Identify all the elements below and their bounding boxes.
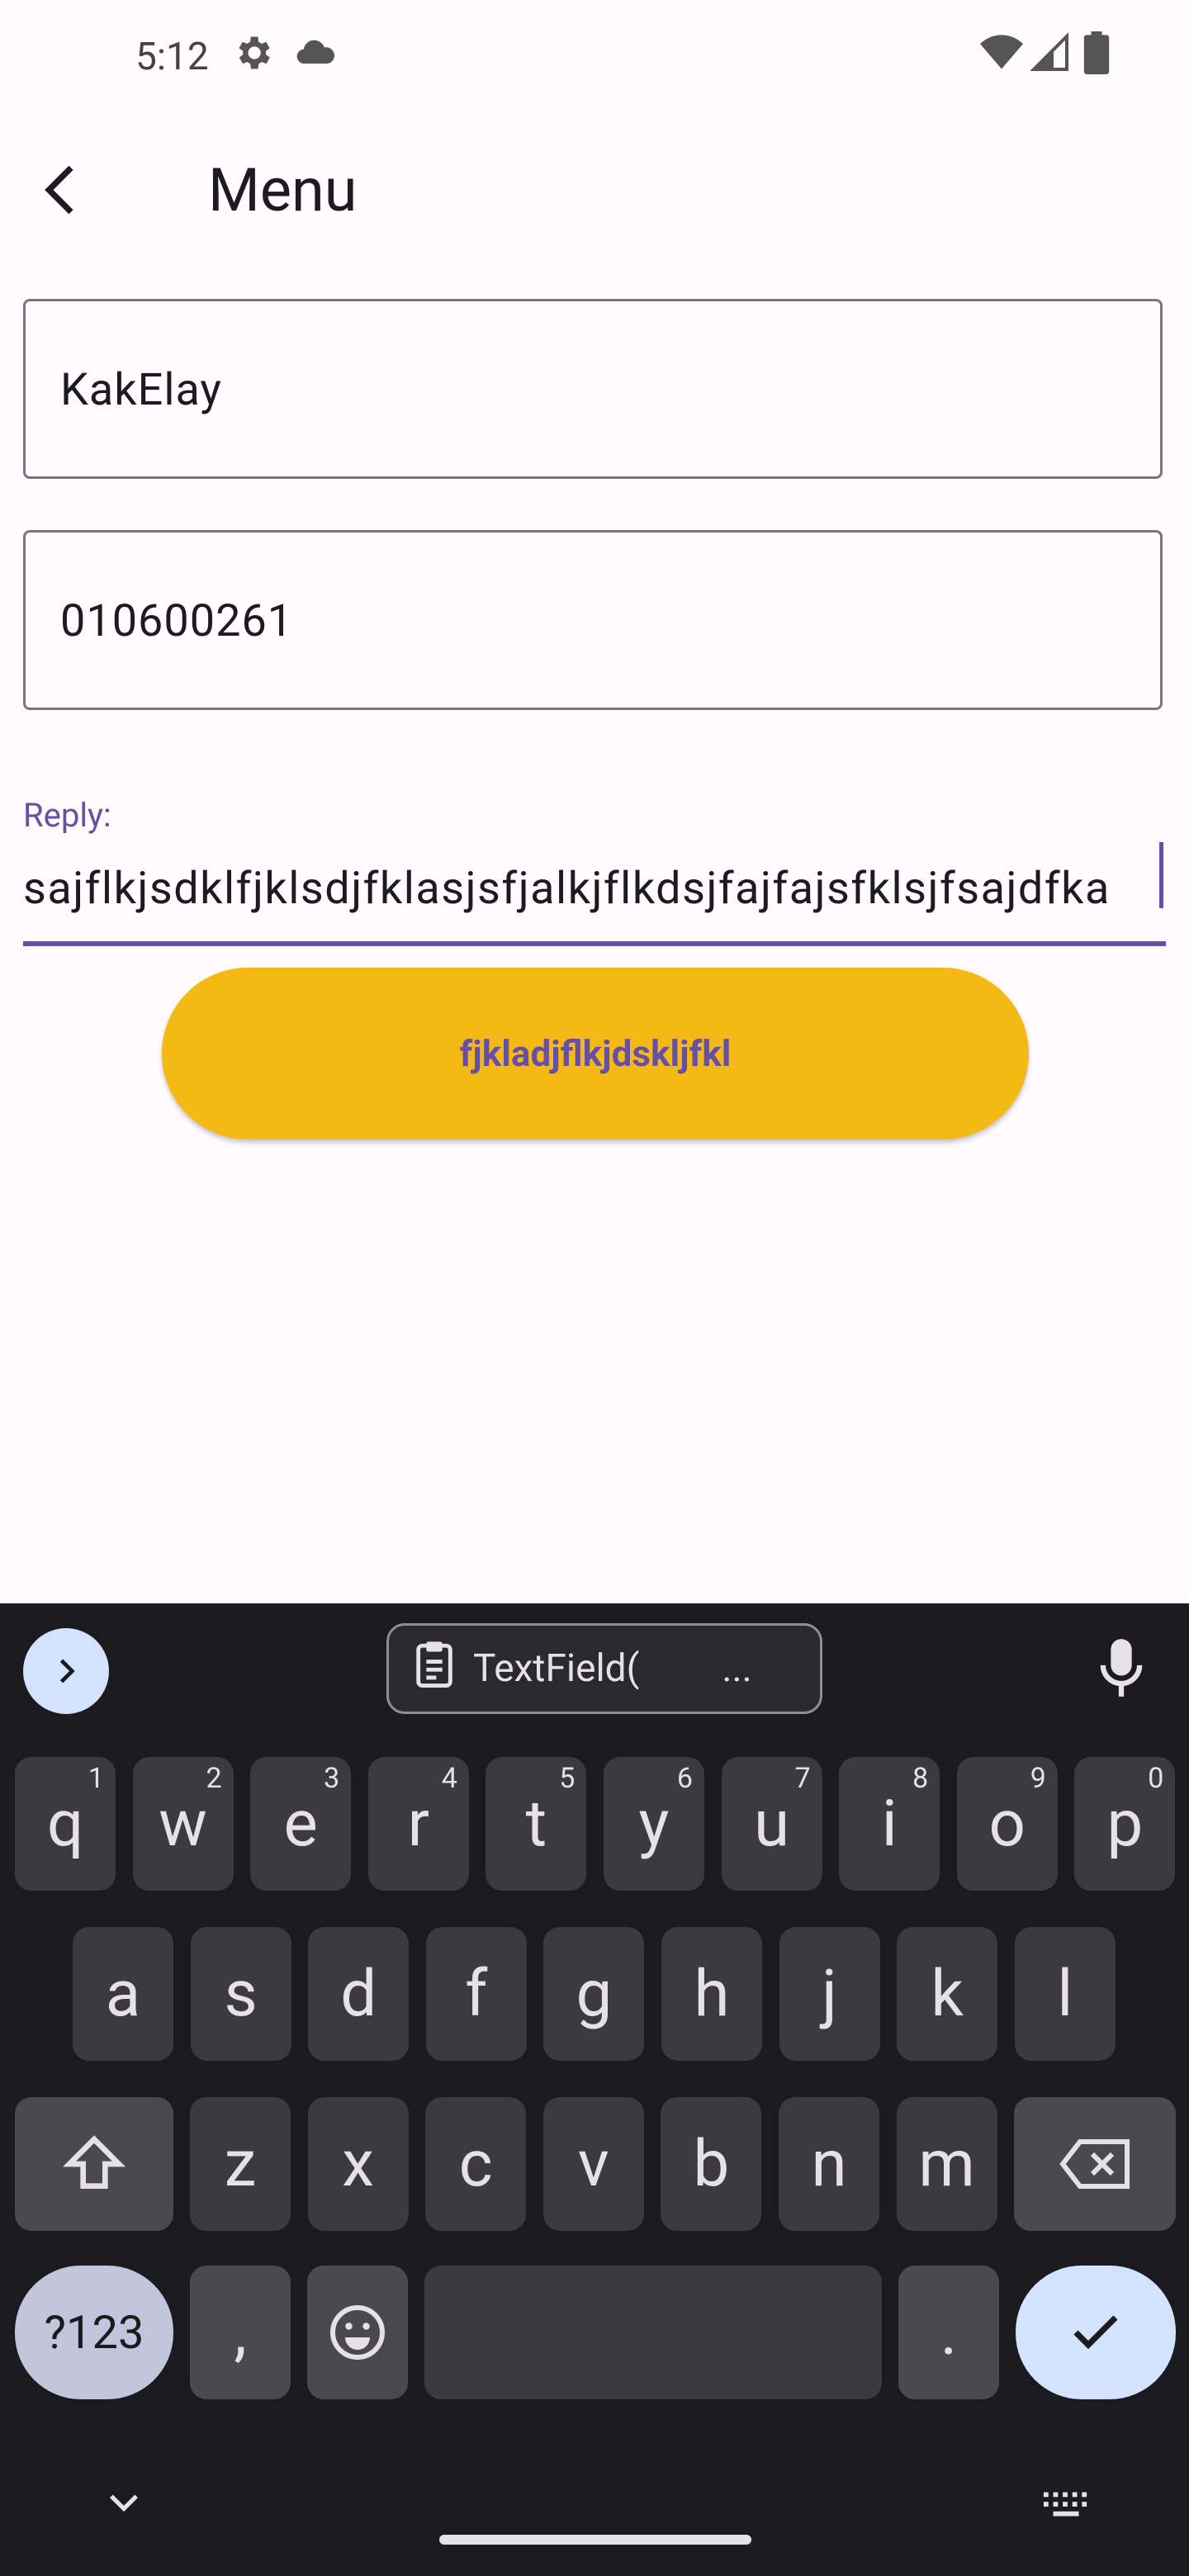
key-k[interactable]: k: [897, 1927, 998, 2061]
clipboard-icon: [414, 1640, 455, 1698]
key-b[interactable]: b: [661, 2097, 762, 2231]
key-v[interactable]: v: [542, 2097, 644, 2231]
key-u[interactable]: u7: [721, 1757, 822, 1891]
key-a[interactable]: a: [73, 1927, 173, 2061]
status-time: 5:12: [135, 35, 209, 79]
key-i[interactable]: i8: [839, 1757, 940, 1891]
key-x[interactable]: x: [307, 2097, 409, 2231]
name-field[interactable]: [23, 299, 1163, 479]
chevron-right-icon: [59, 1659, 75, 1683]
microphone-icon[interactable]: [1098, 1636, 1144, 1702]
space-key[interactable]: [424, 2266, 882, 2399]
phone-input[interactable]: [59, 533, 1135, 709]
hide-keyboard-chevron-icon[interactable]: [102, 2487, 145, 2523]
reply-underline: [23, 941, 1166, 946]
home-indicator[interactable]: [439, 2535, 751, 2545]
key-label: p: [1106, 1786, 1144, 1862]
backspace-key[interactable]: [1014, 2097, 1176, 2231]
submit-button[interactable]: fjkladjflkjdskljfkl: [162, 968, 1029, 1139]
key-hint: 0: [1148, 1762, 1164, 1795]
key-label: t: [525, 1786, 547, 1862]
key-label: i: [881, 1786, 898, 1862]
reply-input[interactable]: [23, 839, 1163, 938]
status-bar: 5:12: [0, 0, 1189, 112]
emoji-icon: [330, 2305, 385, 2360]
key-n[interactable]: n: [779, 2097, 879, 2231]
key-hint: 5: [559, 1762, 576, 1795]
key-t[interactable]: t5: [486, 1757, 587, 1891]
phone-field[interactable]: [23, 530, 1163, 710]
key-q[interactable]: q1: [15, 1757, 116, 1891]
key-hint: 9: [1030, 1762, 1046, 1795]
key-j[interactable]: j: [779, 1927, 880, 2061]
page-title: Menu: [208, 155, 358, 225]
soft-keyboard: TextField( ... q1w2e3r4t5y6u7i8o9p0 asdf…: [0, 1603, 1189, 2576]
key-hint: 2: [206, 1762, 222, 1795]
key-hint: 4: [441, 1762, 457, 1795]
key-d[interactable]: d: [308, 1927, 410, 2061]
done-key[interactable]: [1016, 2266, 1176, 2399]
key-label: o: [988, 1786, 1026, 1862]
key-g[interactable]: g: [543, 1927, 645, 2061]
key-hint: 8: [912, 1762, 929, 1795]
key-l[interactable]: l: [1014, 1927, 1116, 2061]
key-r[interactable]: r4: [367, 1757, 469, 1891]
key-e[interactable]: e3: [250, 1757, 352, 1891]
comma-key[interactable]: ,: [190, 2266, 291, 2399]
key-o[interactable]: o9: [956, 1757, 1058, 1891]
key-hint: 3: [324, 1762, 340, 1795]
emoji-key[interactable]: [307, 2266, 408, 2399]
key-label: w: [159, 1786, 207, 1862]
text-cursor: [1159, 842, 1163, 908]
period-key[interactable]: .: [898, 2266, 999, 2399]
key-p[interactable]: p0: [1074, 1757, 1176, 1891]
clipboard-text: TextField(: [473, 1646, 640, 1691]
key-s[interactable]: s: [190, 1927, 291, 2061]
key-label: u: [754, 1786, 790, 1862]
symbols-key[interactable]: ?123: [15, 2266, 173, 2399]
reply-label: Reply:: [23, 796, 111, 835]
key-m[interactable]: m: [896, 2097, 997, 2231]
key-hint: 6: [676, 1762, 693, 1795]
signal-icon: [1030, 31, 1070, 78]
cloud-icon: [292, 31, 339, 78]
key-label: y: [638, 1786, 670, 1862]
wifi-icon: [978, 31, 1026, 78]
expand-toolbar-button[interactable]: [23, 1628, 109, 1714]
key-f[interactable]: f: [425, 1927, 527, 2061]
settings-gear-icon: [231, 31, 274, 78]
key-label: q: [46, 1786, 84, 1862]
back-arrow-icon[interactable]: [30, 157, 96, 223]
key-w[interactable]: w2: [132, 1757, 234, 1891]
checkmark-icon: [1073, 2315, 1118, 2350]
key-hint: 1: [88, 1762, 104, 1795]
key-h[interactable]: h: [661, 1927, 762, 2061]
clipboard-more: ...: [722, 1646, 752, 1691]
key-label: e: [283, 1786, 318, 1862]
shift-arrow-icon: [62, 2135, 126, 2189]
clipboard-suggestion[interactable]: TextField( ...: [386, 1623, 822, 1714]
key-y[interactable]: y6: [604, 1757, 704, 1891]
key-hint: 7: [794, 1762, 811, 1795]
key-z[interactable]: z: [190, 2097, 291, 2231]
battery-icon: [1082, 31, 1111, 78]
shift-key[interactable]: [15, 2097, 173, 2231]
app-bar: Menu: [0, 112, 1189, 269]
key-label: r: [407, 1786, 430, 1862]
backspace-icon: [1059, 2139, 1130, 2189]
name-input[interactable]: [59, 301, 1135, 478]
key-c[interactable]: c: [425, 2097, 527, 2231]
keyboard-switch-icon[interactable]: [1042, 2488, 1090, 2525]
